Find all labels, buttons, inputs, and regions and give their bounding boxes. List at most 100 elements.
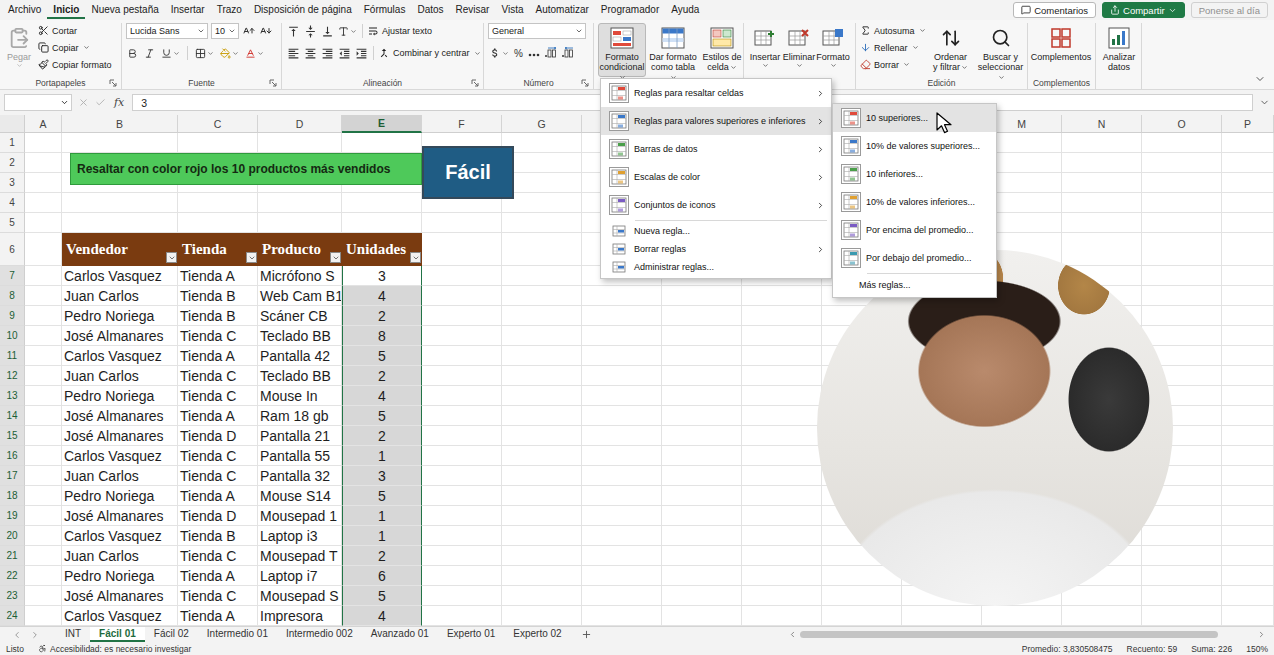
sheet-tab[interactable]: INT <box>56 627 90 642</box>
cell[interactable] <box>422 386 502 406</box>
cell[interactable] <box>662 506 742 526</box>
styles-button[interactable]: Dar formato como tabla <box>647 23 699 77</box>
cell[interactable] <box>1222 306 1274 326</box>
cell[interactable] <box>582 286 662 306</box>
font-size-select[interactable]: 10 <box>211 23 239 39</box>
ribbon-tab[interactable]: Vista <box>495 1 529 19</box>
ribbon-tab[interactable]: Insertar <box>165 1 211 19</box>
cell[interactable] <box>25 506 62 526</box>
cell[interactable] <box>25 286 62 306</box>
cell[interactable] <box>662 586 742 606</box>
bold-button[interactable] <box>126 45 139 61</box>
cell[interactable] <box>502 446 582 466</box>
cell[interactable]: Mousepad S <box>258 586 342 606</box>
cell[interactable] <box>1222 346 1274 366</box>
ribbon-tab[interactable]: Automatizar <box>530 1 595 19</box>
dialog-launcher-icon[interactable] <box>471 79 479 87</box>
cell[interactable] <box>662 526 742 546</box>
filter-button[interactable] <box>330 252 341 263</box>
copy-button[interactable]: Copiar <box>38 40 112 55</box>
cell[interactable] <box>1222 266 1274 286</box>
cell[interactable] <box>1222 386 1274 406</box>
cell[interactable] <box>502 193 582 213</box>
cell[interactable] <box>502 466 582 486</box>
cell[interactable]: Tienda A <box>178 406 258 426</box>
menu-item[interactable]: Por encima del promedio... <box>833 216 996 244</box>
cell[interactable] <box>342 193 422 213</box>
cell[interactable] <box>1222 446 1274 466</box>
cell[interactable] <box>25 266 62 286</box>
cell[interactable] <box>662 286 742 306</box>
cell[interactable] <box>25 446 62 466</box>
menu-item[interactable]: Administrar reglas... <box>601 258 831 276</box>
cell[interactable] <box>62 193 178 213</box>
increase-indent-button[interactable] <box>354 45 369 61</box>
cell[interactable]: Pedro Noriega <box>62 306 178 326</box>
cell[interactable]: Pantalla 21 <box>258 426 342 446</box>
cell[interactable] <box>1222 133 1274 153</box>
column-header[interactable]: A <box>25 115 62 133</box>
cell[interactable]: Tienda B <box>178 526 258 546</box>
cell[interactable]: Mouse S14 <box>258 486 342 506</box>
cell[interactable] <box>1142 286 1222 306</box>
cell[interactable]: Laptop i7 <box>258 566 342 586</box>
cell[interactable] <box>258 133 342 153</box>
cell[interactable] <box>1222 486 1274 506</box>
previous-sheet-icon[interactable] <box>12 630 22 640</box>
number-format-select[interactable]: General <box>488 23 586 39</box>
filter-button[interactable] <box>166 252 177 263</box>
cell[interactable] <box>502 426 582 446</box>
cell[interactable] <box>742 366 822 386</box>
cell[interactable]: 2 <box>342 426 422 446</box>
cancel-icon[interactable] <box>78 97 89 108</box>
align-bottom-button[interactable] <box>320 23 335 39</box>
cell[interactable] <box>1062 133 1142 153</box>
cell[interactable]: Teclado BB <box>258 366 342 386</box>
cell[interactable] <box>662 426 742 446</box>
collapse-ribbon-icon[interactable] <box>1254 73 1266 85</box>
horizontal-scrollbar[interactable] <box>784 627 1274 642</box>
filter-button[interactable] <box>246 252 257 263</box>
cell[interactable] <box>1222 233 1274 266</box>
cell[interactable] <box>742 386 822 406</box>
menu-item[interactable]: Conjuntos de iconos <box>601 191 831 219</box>
cells-button[interactable]: Insertar <box>748 23 782 77</box>
cell[interactable] <box>1222 466 1274 486</box>
cell[interactable] <box>742 286 822 306</box>
cell[interactable] <box>662 546 742 566</box>
column-header[interactable]: D <box>258 115 342 133</box>
decrease-indent-button[interactable] <box>337 45 352 61</box>
cell[interactable]: Carlos Vasquez <box>62 266 178 286</box>
cell[interactable] <box>582 506 662 526</box>
cell[interactable] <box>582 566 662 586</box>
cell[interactable] <box>422 266 502 286</box>
cell[interactable] <box>822 586 902 606</box>
cell[interactable]: Web Cam B1 <box>258 286 342 306</box>
cell[interactable]: 5 <box>342 406 422 426</box>
cell[interactable] <box>502 606 582 626</box>
cell[interactable]: 2 <box>342 366 422 386</box>
cell[interactable] <box>1142 233 1222 266</box>
cell[interactable] <box>1062 213 1142 233</box>
row-header[interactable]: 11 <box>0 346 25 366</box>
font-color-button[interactable] <box>244 45 265 61</box>
enter-icon[interactable] <box>95 97 106 108</box>
next-sheet-icon[interactable] <box>30 630 40 640</box>
cell[interactable] <box>502 546 582 566</box>
cell[interactable] <box>422 346 502 366</box>
row-header[interactable]: 22 <box>0 566 25 586</box>
cell[interactable] <box>502 266 582 286</box>
column-header[interactable]: O <box>1142 115 1222 133</box>
ribbon-tab[interactable]: Archivo <box>2 1 47 19</box>
cell[interactable]: Tienda A <box>178 606 258 626</box>
row-header[interactable]: 20 <box>0 526 25 546</box>
orientation-button[interactable] <box>337 23 358 39</box>
table-header-cell[interactable]: Vendedor <box>62 233 178 266</box>
table-row[interactable]: 24Carlos VasquezTienda AImpresora4 <box>0 606 1274 626</box>
cell[interactable] <box>25 193 62 213</box>
ribbon-tab[interactable]: Nueva pestaña <box>85 1 164 19</box>
cell[interactable]: Tienda C <box>178 586 258 606</box>
currency-button[interactable] <box>488 45 510 61</box>
menu-item[interactable]: Borrar reglas <box>601 240 831 258</box>
align-top-button[interactable] <box>286 23 301 39</box>
